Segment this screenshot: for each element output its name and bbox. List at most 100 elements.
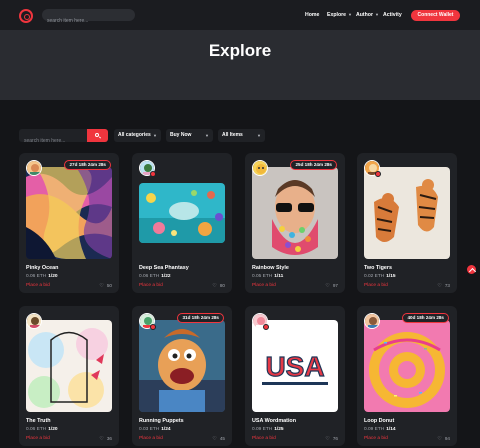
nft-price-value: 0.06 ETH [26, 427, 47, 432]
like-count[interactable]: ♡ 97 [325, 283, 338, 289]
like-count[interactable]: ♡ 36 [99, 436, 112, 442]
status-select[interactable]: Buy Now ▼ [166, 129, 213, 142]
nft-artwork-image[interactable] [139, 320, 225, 412]
nft-card[interactable]: The Truth 0.06 ETH 1/20 Place a bid ♡ 36 [19, 306, 119, 446]
place-bid-link[interactable]: Place a bid [364, 283, 388, 288]
heart-icon[interactable]: ♡ [99, 283, 103, 289]
nft-card[interactable]: 40d 18h 24m 28s Loop Donut 0.09 ETH 1/14 … [357, 306, 457, 446]
nft-title[interactable]: Deep Sea Phantasy [139, 265, 189, 271]
nav-author[interactable]: Author ▼ [356, 12, 379, 18]
nft-card[interactable]: 31d 18h 24m 28s Running Puppets 0.03 ETH… [132, 306, 232, 446]
creator-avatar[interactable] [364, 313, 380, 329]
place-bid-link[interactable]: Place a bid [364, 436, 388, 441]
nft-title[interactable]: Loop Donut [364, 418, 394, 424]
nft-artwork-image[interactable]: USA [252, 320, 338, 412]
nft-artwork-image[interactable] [139, 183, 225, 243]
nav-explore-label: Explore [327, 12, 347, 18]
nav-explore[interactable]: Explore ▼ [327, 12, 352, 18]
heart-icon[interactable]: ♡ [325, 283, 329, 289]
like-count[interactable]: ♡ 94 [437, 436, 450, 442]
nft-card[interactable]: 25d 18h 24m 28s Rainbow Style 0.05 ETH 1/… [245, 153, 345, 293]
nft-price: 0.03 ETH 1/24 [139, 427, 171, 432]
nft-card[interactable]: 27d 18h 24m 28s Pinky Ocean 0.06 ETH 1/20… [19, 153, 119, 293]
filter-search[interactable] [19, 129, 87, 148]
scroll-to-top-button[interactable] [467, 265, 476, 274]
nft-title[interactable]: Two Tigers [364, 265, 392, 271]
page-hero: Explore [0, 30, 480, 100]
nft-price: 0.06 ETH 1/20 [26, 274, 58, 279]
nft-card[interactable]: USA USA Wordmation 0.09 ETH 1/25 Place a … [245, 306, 345, 446]
place-bid-link[interactable]: Place a bid [139, 283, 163, 288]
creator-avatar[interactable] [252, 160, 268, 176]
chevron-down-icon: ▼ [205, 133, 209, 138]
nav-activity[interactable]: Activity [383, 12, 402, 18]
nft-card[interactable]: Two Tigers 0.02 ETH 1/15 Place a bid ♡ 73 [357, 153, 457, 293]
like-count[interactable]: ♡ 80 [212, 283, 225, 289]
nft-quantity: 1/14 [386, 427, 396, 432]
nft-price-value: 0.05 ETH [252, 274, 273, 279]
like-count[interactable]: ♡ 73 [437, 283, 450, 289]
nft-price: 0.06 ETH 1/22 [139, 274, 171, 279]
countdown-timer: 31d 18h 24m 28s [177, 313, 224, 323]
nft-price-value: 0.09 ETH [364, 427, 385, 432]
chevron-down-icon: ▼ [375, 12, 379, 17]
nft-quantity: 1/20 [48, 274, 58, 279]
like-count-value: 45 [219, 436, 225, 441]
category-select-value: All categories [118, 132, 151, 138]
header-search-input[interactable] [42, 15, 135, 27]
like-count-value: 97 [332, 283, 338, 288]
like-count-value: 94 [444, 436, 450, 441]
nav-home[interactable]: Home [305, 12, 319, 18]
nft-artwork-image[interactable] [26, 320, 112, 412]
nft-title[interactable]: Rainbow Style [252, 265, 289, 271]
nft-artwork-image[interactable] [26, 167, 112, 259]
creator-avatar[interactable] [26, 313, 42, 329]
category-select[interactable]: All categories ▼ [114, 129, 161, 142]
nft-artwork-image[interactable] [364, 320, 450, 412]
nft-price-value: 0.02 ETH [364, 274, 385, 279]
heart-icon[interactable]: ♡ [325, 436, 329, 442]
like-count-value: 76 [332, 436, 338, 441]
verified-badge-icon [150, 171, 156, 177]
like-count[interactable]: ♡ 76 [325, 436, 338, 442]
usa-art-text: USA [265, 351, 324, 382]
nft-artwork-image[interactable] [252, 167, 338, 259]
heart-icon[interactable]: ♡ [212, 436, 216, 442]
like-count-value: 73 [444, 283, 450, 288]
heart-icon[interactable]: ♡ [437, 436, 441, 442]
header-search[interactable] [42, 9, 135, 27]
nft-price-value: 0.03 ETH [139, 427, 160, 432]
heart-icon[interactable]: ♡ [212, 283, 216, 289]
connect-wallet-button[interactable]: Connect Wallet [411, 10, 460, 21]
nft-title[interactable]: Running Puppets [139, 418, 184, 424]
place-bid-link[interactable]: Place a bid [252, 436, 276, 441]
verified-badge-icon [263, 324, 269, 330]
countdown-timer: 27d 18h 24m 28s [64, 160, 111, 170]
heart-icon[interactable]: ♡ [99, 436, 103, 442]
nft-card[interactable]: Deep Sea Phantasy 0.06 ETH 1/22 Place a b… [132, 153, 232, 293]
place-bid-link[interactable]: Place a bid [26, 283, 50, 288]
filter-search-button[interactable] [87, 129, 108, 142]
nav-author-label: Author [356, 12, 373, 18]
heart-icon[interactable]: ♡ [437, 283, 441, 289]
like-count[interactable]: ♡ 50 [99, 283, 112, 289]
nft-quantity: 1/15 [386, 274, 396, 279]
nft-artwork-image[interactable] [364, 167, 450, 259]
nft-title[interactable]: The Truth [26, 418, 51, 424]
logo-icon[interactable] [19, 9, 33, 23]
nft-price: 0.05 ETH 1/11 [252, 274, 283, 279]
filter-search-input[interactable] [19, 134, 87, 148]
place-bid-link[interactable]: Place a bid [139, 436, 163, 441]
items-select[interactable]: All Items ▼ [218, 129, 265, 142]
nft-title[interactable]: USA Wordmation [252, 418, 296, 424]
countdown-timer: 40d 18h 24m 28s [402, 313, 449, 323]
nft-quantity: 1/11 [274, 274, 284, 279]
creator-avatar[interactable] [26, 160, 42, 176]
nft-quantity: 1/22 [161, 274, 171, 279]
like-count[interactable]: ♡ 45 [212, 436, 225, 442]
nft-title[interactable]: Pinky Ocean [26, 265, 58, 271]
place-bid-link[interactable]: Place a bid [26, 436, 50, 441]
like-count-value: 80 [219, 283, 225, 288]
place-bid-link[interactable]: Place a bid [252, 283, 276, 288]
chevron-down-icon: ▼ [153, 133, 157, 138]
